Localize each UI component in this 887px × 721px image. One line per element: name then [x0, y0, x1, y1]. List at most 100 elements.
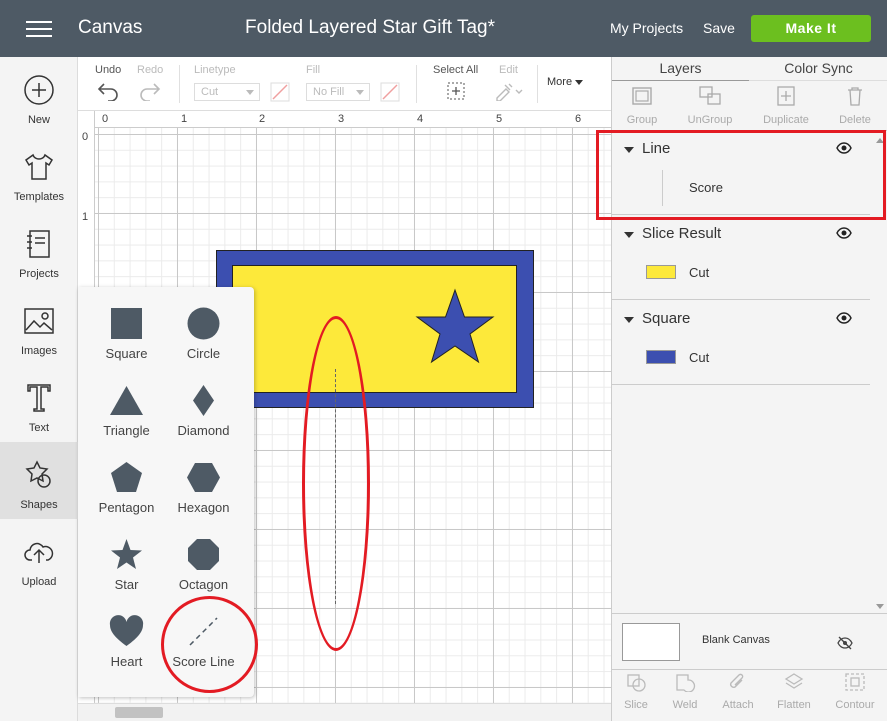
layer-swatch — [646, 265, 676, 279]
nav-label: Text — [28, 422, 50, 434]
ruler-tick: 2 — [259, 113, 266, 125]
shape-label: Circle — [186, 346, 221, 361]
redo-label: Redo — [137, 64, 164, 76]
linetype-value: Cut — [201, 86, 219, 98]
nav-shapes[interactable]: Shapes — [0, 442, 78, 519]
tab-color-sync[interactable]: Color Sync — [749, 57, 887, 81]
ruler-tick: 0 — [82, 131, 89, 143]
notebook-icon — [27, 230, 50, 258]
toolbar-divider — [179, 65, 180, 103]
scroll-down-icon[interactable] — [876, 604, 884, 609]
shape-diamond[interactable]: Diamond — [165, 364, 242, 441]
layer-slice-result[interactable]: Slice Result — [612, 219, 874, 249]
shape-star[interactable]: Star — [88, 518, 165, 595]
shape-label: Star — [114, 577, 139, 592]
ungroup-action[interactable]: UnGroup — [685, 85, 735, 126]
nav-projects[interactable]: Projects — [0, 211, 78, 288]
horizontal-ruler: 0 1 2 3 4 5 6 — [78, 111, 611, 128]
ruler-tick: 5 — [496, 113, 503, 125]
contour-action[interactable]: Contour — [830, 672, 880, 711]
nav-text[interactable]: Text — [0, 365, 78, 442]
fill-label: Fill — [306, 64, 321, 76]
slice-icon — [627, 674, 646, 692]
tab-layers[interactable]: Layers — [612, 57, 749, 81]
delete-action[interactable]: Delete — [830, 85, 880, 126]
shape-label: Heart — [110, 654, 143, 669]
layer-square[interactable]: Square — [612, 304, 874, 334]
attach-action[interactable]: Attach — [713, 672, 763, 711]
shape-pentagon[interactable]: Pentagon — [88, 441, 165, 518]
delete-label: Delete — [839, 114, 871, 126]
attach-label: Attach — [722, 699, 754, 711]
circle-icon — [187, 307, 220, 340]
layer-name: Slice Result — [642, 225, 722, 242]
nav-label: Shapes — [20, 499, 58, 511]
nav-upload[interactable]: Upload — [0, 519, 78, 596]
weld-action[interactable]: Weld — [660, 672, 710, 711]
ruler-tick: 4 — [417, 113, 424, 125]
pentagon-icon — [111, 462, 142, 492]
undo-label: Undo — [95, 64, 122, 76]
save-button[interactable]: Save — [703, 20, 735, 36]
diamond-icon — [193, 385, 214, 416]
star-shape[interactable] — [414, 288, 496, 366]
group-action[interactable]: Group — [617, 85, 667, 126]
shape-circle[interactable]: Circle — [165, 287, 242, 364]
layer-divider — [612, 299, 870, 300]
shape-hexagon[interactable]: Hexagon — [165, 441, 242, 518]
shape-label: Hexagon — [177, 500, 230, 515]
shape-label: Diamond — [177, 423, 230, 438]
slice-action[interactable]: Slice — [611, 672, 661, 711]
layer-name: Square — [642, 310, 691, 327]
horizontal-scrollbar[interactable] — [78, 703, 611, 721]
eye-icon[interactable] — [836, 227, 852, 239]
nav-label: Templates — [13, 191, 65, 203]
nav-label: Projects — [19, 268, 59, 280]
weld-label: Weld — [672, 699, 698, 711]
duplicate-action[interactable]: Duplicate — [761, 85, 811, 126]
ruler-tick: 1 — [181, 113, 188, 125]
my-projects-link[interactable]: My Projects — [610, 20, 683, 36]
toolbar-divider — [537, 65, 538, 103]
flatten-action[interactable]: Flatten — [769, 672, 819, 711]
nav-new[interactable]: New — [0, 57, 78, 134]
fill-select[interactable]: No Fill — [306, 83, 370, 101]
shape-octagon[interactable]: Octagon — [165, 518, 242, 595]
fill-value: No Fill — [313, 86, 345, 98]
scrollbar-thumb[interactable] — [115, 707, 163, 718]
more-button[interactable]: More — [547, 76, 584, 88]
layer-sub-label[interactable]: Cut — [689, 350, 709, 365]
chevron-down-icon — [575, 79, 584, 85]
nav-label: New — [27, 114, 50, 126]
panel-divider — [612, 669, 887, 670]
ruler-tick: 6 — [575, 113, 582, 125]
nav-templates[interactable]: Templates — [0, 134, 78, 211]
make-it-button[interactable]: Make It — [751, 15, 871, 42]
flatten-icon — [784, 673, 804, 689]
shapes-icon — [25, 460, 51, 488]
chevron-down-icon — [246, 90, 254, 95]
linetype-select[interactable]: Cut — [194, 83, 260, 101]
edit-tools-icon[interactable] — [494, 81, 524, 101]
text-icon — [27, 384, 51, 412]
eye-hidden-icon[interactable] — [837, 636, 853, 650]
eye-icon[interactable] — [836, 312, 852, 324]
redo-icon[interactable] — [138, 81, 162, 101]
shape-triangle[interactable]: Triangle — [88, 364, 165, 441]
shape-label: Pentagon — [98, 500, 155, 515]
blank-canvas-thumbnail[interactable] — [622, 623, 680, 661]
hexagon-icon — [187, 463, 220, 492]
select-all-icon[interactable] — [446, 81, 466, 101]
undo-icon[interactable] — [96, 81, 120, 101]
shape-square[interactable]: Square — [88, 287, 165, 364]
fill-color-swatch[interactable] — [380, 82, 400, 102]
contour-icon — [845, 673, 865, 691]
shape-label: Octagon — [178, 577, 229, 592]
chevron-down-icon — [356, 90, 364, 95]
layer-sub-label[interactable]: Cut — [689, 265, 709, 280]
linetype-color-swatch[interactable] — [270, 82, 290, 102]
select-all-label: Select All — [433, 64, 479, 76]
shape-heart[interactable]: Heart — [88, 595, 165, 672]
caret-down-icon — [624, 232, 634, 238]
nav-images[interactable]: Images — [0, 288, 78, 365]
